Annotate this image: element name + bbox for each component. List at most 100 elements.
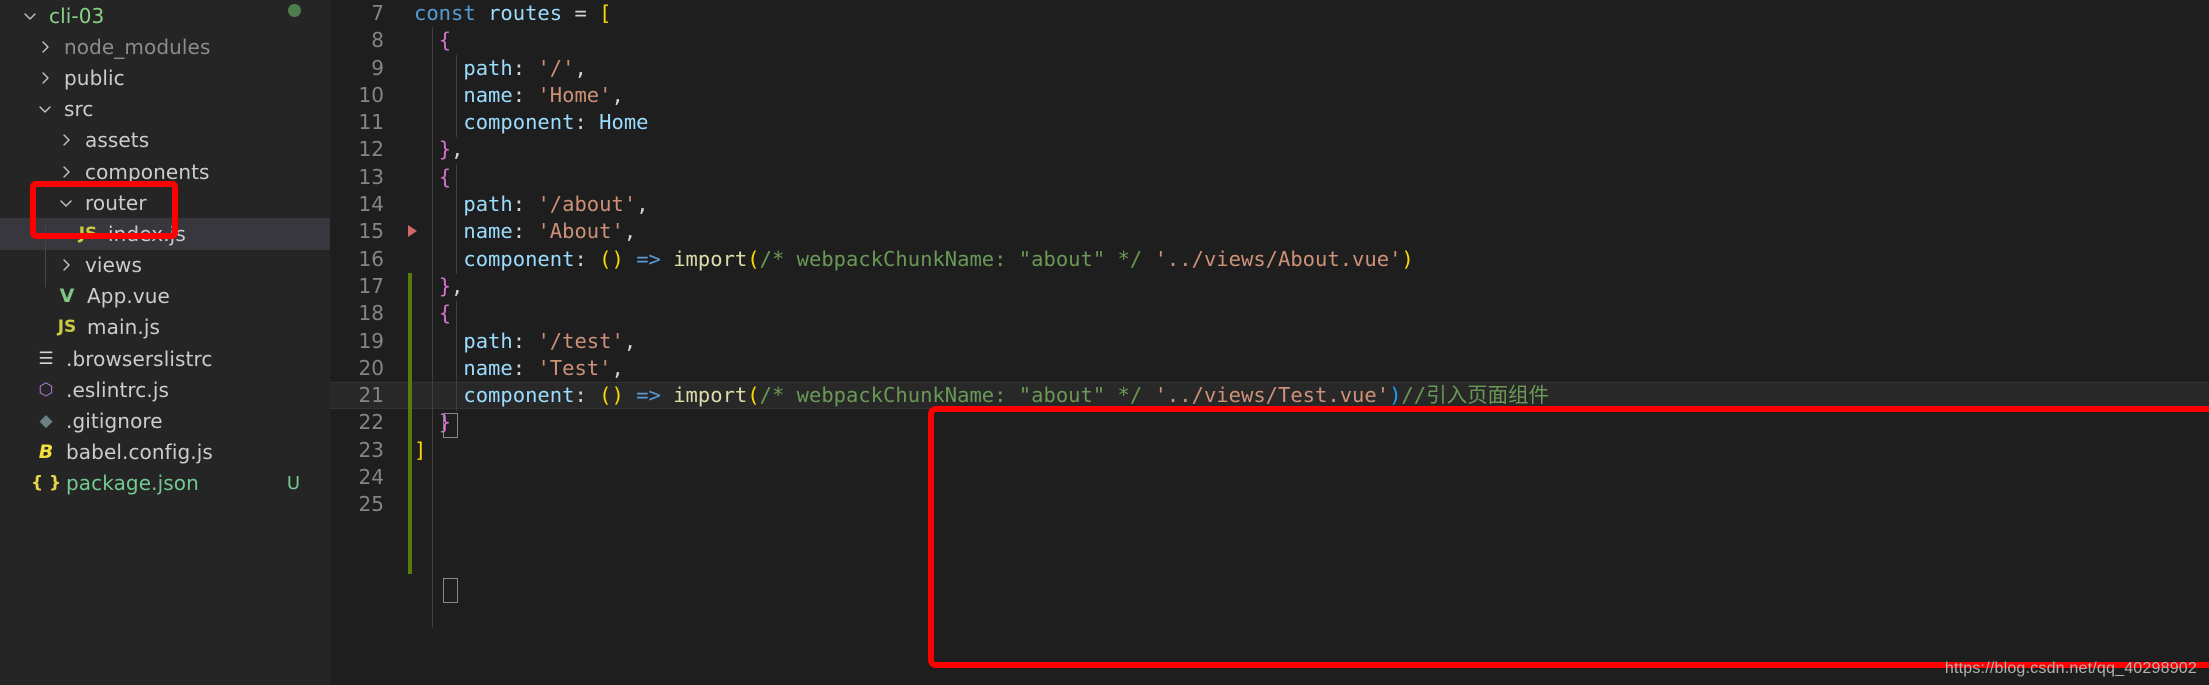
- code-editor[interactable]: 7 const routes = [8 {9 path: '/', 10 name:…: [330, 0, 2209, 685]
- chevron-right-icon[interactable]: [54, 132, 78, 148]
- code-token: :: [512, 219, 538, 244]
- code-line[interactable]: 11 component: Home: [330, 109, 2209, 136]
- tree-item-label: views: [85, 253, 142, 278]
- file-tree: cli-03 node_modulespublic src assets compone…: [0, 0, 330, 499]
- chevron-down-icon[interactable]: [54, 195, 78, 211]
- code-token: (): [599, 383, 624, 408]
- code-line[interactable]: 18 {: [330, 300, 2209, 327]
- code-line[interactable]: 16 component: () => import(/* webpackChu…: [330, 246, 2209, 273]
- tree-folder-components[interactable]: components: [0, 156, 330, 187]
- indent-guide-col2b: [456, 164, 457, 274]
- tree-file-index-js[interactable]: JS index.js: [0, 218, 330, 250]
- code-line[interactable]: 10 name: 'Home',: [330, 82, 2209, 109]
- code-token: '/about': [537, 192, 637, 217]
- tree-folder-node-modules[interactable]: node_modules: [0, 31, 330, 62]
- code-token: ,: [636, 192, 649, 217]
- tree-item-label: .eslintrc.js: [66, 377, 170, 402]
- code-line[interactable]: 15 name: 'About',: [330, 218, 2209, 245]
- code-token: :: [512, 355, 538, 380]
- tree-item-label: router: [85, 190, 147, 215]
- code-lines-container[interactable]: 7 const routes = [8 {9 path: '/', 10 name:…: [330, 0, 2209, 685]
- tree-file-babel-config-js[interactable]: Bbabel.config.js: [0, 437, 330, 468]
- code-line[interactable]: 25: [330, 491, 2209, 518]
- tree-item-label: .gitignore: [66, 409, 163, 434]
- line-number: 23: [358, 437, 384, 462]
- tree-folder-src[interactable]: src: [0, 94, 330, 125]
- line-number: 25: [358, 492, 384, 517]
- code-line[interactable]: 13 {: [330, 164, 2209, 191]
- code-line[interactable]: 9 path: '/',: [330, 55, 2209, 82]
- code-token: :: [574, 383, 600, 408]
- code-token: path: [463, 328, 513, 353]
- config-lines-icon: ☰: [38, 348, 54, 369]
- code-token: :: [512, 192, 538, 217]
- code-line[interactable]: 24: [330, 464, 2209, 491]
- code-line-text: {: [402, 27, 451, 54]
- tree-file-package-json[interactable]: { } package.json U: [0, 468, 330, 499]
- tree-item-label: main.js: [87, 315, 161, 340]
- code-token: }: [438, 273, 452, 298]
- vscode-window: cli-03 node_modules public src assets compone…: [0, 0, 2209, 685]
- tree-root-project[interactable]: cli-03: [0, 0, 330, 31]
- code-token: 'About': [537, 219, 624, 244]
- line-number: 21: [358, 383, 384, 408]
- line-number: 24: [358, 465, 384, 490]
- code-line[interactable]: 21 component: () => import(/* webpackChu…: [330, 382, 2209, 410]
- chevron-right-icon[interactable]: [54, 257, 78, 273]
- tree-file-main-js[interactable]: JS main.js: [0, 312, 330, 343]
- code-line[interactable]: 12 },: [330, 136, 2209, 163]
- code-line-text: path: '/about',: [402, 191, 649, 218]
- line-number: 16: [358, 246, 384, 271]
- code-token: //引入页面组件: [1401, 383, 1550, 408]
- code-line[interactable]: 23]: [330, 437, 2209, 464]
- code-token: {: [438, 164, 452, 189]
- tree-file--browserslistrc[interactable]: ☰ .browserslistrc: [0, 343, 330, 374]
- chevron-right-icon[interactable]: [54, 164, 78, 180]
- tree-item-label: node_modules: [64, 34, 211, 59]
- code-token: ,: [611, 82, 624, 107]
- code-token: component: [463, 110, 575, 135]
- line-number: 13: [358, 164, 384, 189]
- tree-file--gitignore[interactable]: ◆ .gitignore: [0, 405, 330, 436]
- line-number: 20: [358, 355, 384, 380]
- tree-file--eslintrc-js[interactable]: ⬡ .eslintrc.js: [0, 374, 330, 405]
- tree-folder-public[interactable]: public: [0, 62, 330, 93]
- code-line[interactable]: 14 path: '/about',: [330, 191, 2209, 218]
- tree-item-label: src: [64, 97, 94, 122]
- code-token: import: [673, 246, 748, 271]
- tree-item-label: package.json: [66, 471, 199, 496]
- code-token: :: [512, 328, 538, 353]
- code-line-text: name: 'About',: [402, 218, 636, 245]
- tree-folder-router[interactable]: router: [0, 187, 330, 218]
- code-token: name: [463, 355, 513, 380]
- chevron-down-icon[interactable]: [18, 8, 42, 24]
- tree-item-label: index.js: [108, 221, 186, 246]
- chevron-down-icon[interactable]: [33, 101, 57, 117]
- code-token: /* webpackChunkName: "about" */: [759, 246, 1143, 271]
- code-token: name: [463, 219, 513, 244]
- line-number: 19: [358, 328, 384, 353]
- code-line[interactable]: 17 },: [330, 273, 2209, 300]
- code-line[interactable]: 20 name: 'Test',: [330, 355, 2209, 382]
- code-line[interactable]: 8 {: [330, 27, 2209, 54]
- line-number: 18: [358, 301, 384, 326]
- chevron-right-icon[interactable]: [33, 39, 57, 55]
- vue-file-icon: V: [59, 285, 75, 308]
- code-token: }: [438, 410, 452, 435]
- tree-item-label: App.vue: [87, 284, 170, 309]
- tree-file-app-vue[interactable]: V App.vue: [0, 281, 330, 312]
- code-token: const: [414, 1, 476, 25]
- chevron-right-icon[interactable]: [33, 70, 57, 86]
- tree-folder-assets[interactable]: assets: [0, 125, 330, 156]
- code-line[interactable]: 19 path: '/test',: [330, 328, 2209, 355]
- code-line[interactable]: 7 const routes = [: [330, 0, 2209, 27]
- tree-folder-views[interactable]: views: [0, 250, 330, 281]
- code-line[interactable]: 22 }: [330, 409, 2209, 436]
